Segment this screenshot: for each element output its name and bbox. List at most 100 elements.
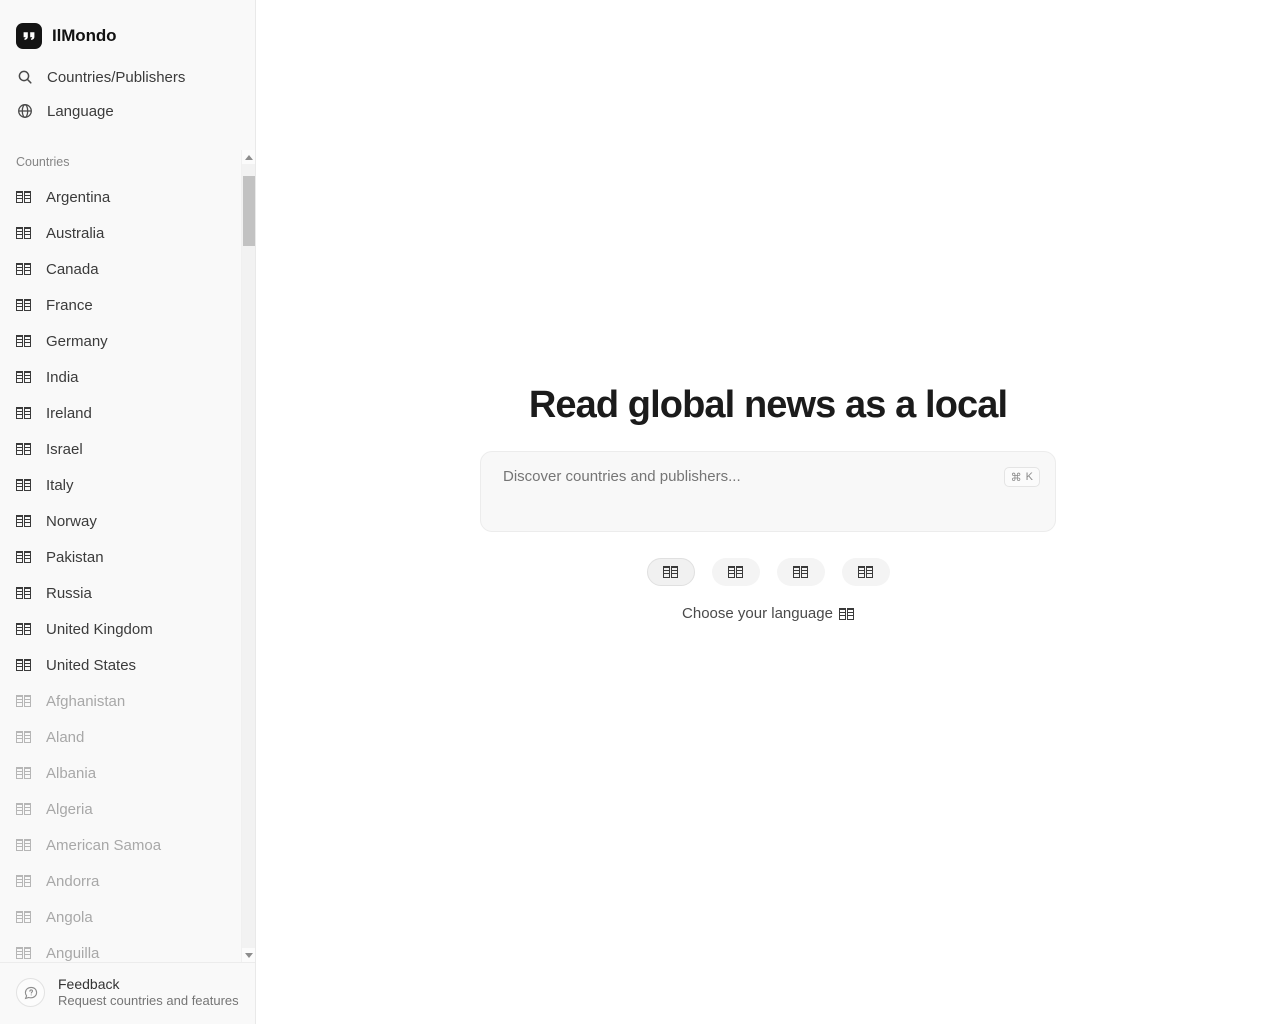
flag-tofu-icon [16, 947, 31, 959]
language-pill-2[interactable] [711, 558, 760, 586]
triangle-down-icon[interactable] [242, 948, 255, 962]
country-name: Anguilla [46, 944, 100, 962]
language-pill-1[interactable] [646, 558, 695, 586]
country-list-item[interactable]: United States [0, 647, 241, 683]
sidebar-item-label: Language [47, 102, 114, 120]
flag-tofu-icon [16, 839, 31, 851]
flag-tofu-icon [728, 566, 743, 578]
brand[interactable]: IlMondo [0, 0, 255, 55]
country-list-item[interactable]: Russia [0, 575, 241, 611]
flag-tofu-icon [16, 191, 31, 203]
flag-tofu-icon [16, 767, 31, 779]
sidebar-scrollbar[interactable] [241, 150, 255, 962]
country-list-item[interactable]: Angola [0, 899, 241, 935]
search-icon [16, 69, 33, 86]
country-list-item[interactable]: United Kingdom [0, 611, 241, 647]
search-input[interactable]: Discover countries and publishers... ⌘ K [480, 451, 1056, 532]
language-caption-label: Choose your language [682, 605, 833, 622]
sidebar-nav: Countries/Publishers Language [0, 55, 255, 128]
country-name: Ireland [46, 404, 92, 422]
country-list-item[interactable]: Canada [0, 251, 241, 287]
country-name: American Samoa [46, 836, 162, 854]
country-name: Aland [46, 728, 85, 746]
app-root: IlMondo Countries/Publishers Language Co… [0, 0, 1280, 1024]
globe-icon [16, 103, 33, 120]
country-list-item[interactable]: Aland [0, 719, 241, 755]
country-list-item[interactable]: India [0, 359, 241, 395]
country-list-item[interactable]: American Samoa [0, 827, 241, 863]
flag-tofu-icon [16, 227, 31, 239]
country-name: Norway [46, 512, 97, 530]
language-pill-3[interactable] [776, 558, 825, 586]
flag-tofu-icon [793, 566, 808, 578]
country-name: Afghanistan [46, 692, 126, 710]
country-name: Argentina [46, 188, 111, 206]
country-list-item[interactable]: Pakistan [0, 539, 241, 575]
sidebar: IlMondo Countries/Publishers Language Co… [0, 0, 256, 1024]
country-list-item[interactable]: Israel [0, 431, 241, 467]
flag-tofu-icon [16, 911, 31, 923]
country-list-item[interactable]: Ireland [0, 395, 241, 431]
country-list-item[interactable]: Argentina [0, 179, 241, 215]
country-name: France [46, 296, 93, 314]
flag-tofu-icon [858, 566, 873, 578]
flag-tofu-icon [16, 695, 31, 707]
feedback-text-group: Feedback Request countries and features [58, 976, 239, 1009]
question-speech-bubble-icon [16, 978, 45, 1007]
flag-tofu-icon [16, 371, 31, 383]
more-country-list: Afghanistan Aland Albania Algeria American S… [0, 683, 241, 962]
keyboard-shortcut-badge: ⌘ K [1003, 467, 1040, 487]
country-list-item[interactable]: Afghanistan [0, 683, 241, 719]
triangle-up-icon[interactable] [242, 150, 255, 164]
flag-tofu-icon [16, 659, 31, 671]
main-content: Read global news as a local Discover cou… [256, 0, 1280, 1024]
flag-tofu-icon [16, 263, 31, 275]
country-list-item[interactable]: Italy [0, 467, 241, 503]
flag-tofu-icon [16, 515, 31, 527]
country-list-item[interactable]: Anguilla [0, 935, 241, 962]
flag-tofu-icon [16, 551, 31, 563]
country-name: United Kingdom [46, 620, 153, 638]
feedback-button[interactable]: Feedback Request countries and features [0, 962, 255, 1024]
flag-tofu-icon [16, 731, 31, 743]
flag-tofu-icon [16, 443, 31, 455]
country-name: Canada [46, 260, 99, 278]
country-list-item[interactable]: Andorra [0, 863, 241, 899]
shortcut-key-label: K [1025, 471, 1033, 483]
flag-tofu-icon [663, 566, 678, 578]
country-list-scroll-region: Countries Argentina Australia Canada France… [0, 150, 255, 962]
scrollbar-track[interactable] [242, 164, 255, 948]
scrollbar-thumb[interactable] [243, 176, 255, 246]
flag-tofu-icon [16, 875, 31, 887]
command-key-icon: ⌘ [1010, 471, 1022, 484]
country-list-item[interactable]: Germany [0, 323, 241, 359]
country-name: Pakistan [46, 548, 104, 566]
flag-tofu-icon [16, 407, 31, 419]
featured-country-list: Argentina Australia Canada France Germany Ind… [0, 179, 241, 683]
sidebar-item-countries-publishers[interactable]: Countries/Publishers [8, 60, 247, 94]
country-list-item[interactable]: Algeria [0, 791, 241, 827]
section-label-countries: Countries [16, 155, 70, 169]
country-name: Germany [46, 332, 108, 350]
country-list-item[interactable]: France [0, 287, 241, 323]
page-title: Read global news as a local [528, 384, 1008, 426]
flag-tofu-icon [16, 803, 31, 815]
flag-tofu-icon [16, 479, 31, 491]
country-list-item[interactable]: Albania [0, 755, 241, 791]
country-list-item[interactable]: Australia [0, 215, 241, 251]
country-list-item[interactable]: Norway [0, 503, 241, 539]
country-name: Algeria [46, 800, 93, 818]
flag-tofu-icon [16, 623, 31, 635]
sidebar-item-language[interactable]: Language [8, 94, 247, 128]
country-name: Israel [46, 440, 83, 458]
country-name: Italy [46, 476, 74, 494]
country-name: Andorra [46, 872, 100, 890]
feedback-title: Feedback [58, 976, 120, 992]
country-name: Australia [46, 224, 105, 242]
country-list: Countries Argentina Australia Canada France… [0, 150, 241, 962]
flag-tofu-icon [16, 299, 31, 311]
country-name: United States [46, 656, 137, 674]
search-placeholder: Discover countries and publishers... [503, 468, 741, 485]
sidebar-item-label: Countries/Publishers [47, 68, 186, 86]
language-pill-4[interactable] [841, 558, 890, 586]
